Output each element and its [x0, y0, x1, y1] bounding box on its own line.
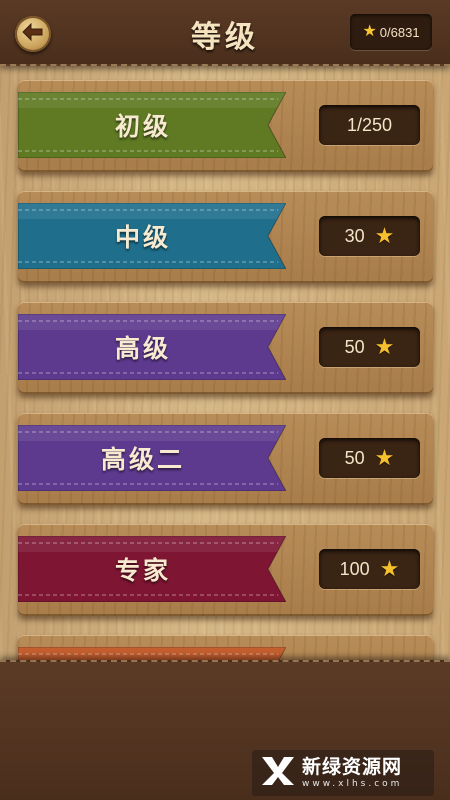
requirement-value: 30 — [344, 225, 365, 246]
level-requirement: 50 ★ — [319, 327, 420, 367]
requirement-value: 50 — [344, 447, 365, 468]
requirement-value: 1/250 — [346, 114, 393, 135]
level-name: 中级 — [114, 223, 171, 252]
level-row-partial[interactable] — [18, 635, 433, 660]
level-name — [18, 647, 268, 660]
star-icon: ★ — [374, 334, 395, 359]
star-icon: ★ — [374, 223, 395, 248]
watermark-url: www.xlhs.com — [302, 778, 403, 789]
footer-bar: 新绿资源网 www.xlhs.com — [0, 660, 450, 800]
level-requirement: 1/250 — [319, 105, 420, 145]
level-name: 高级 — [114, 334, 171, 363]
level-row-advanced[interactable]: 高级 50 ★ — [18, 302, 433, 394]
level-ribbon: 中级 — [18, 203, 286, 269]
total-stars-badge: ★ 0/6831 — [350, 14, 432, 50]
level-row-expert[interactable]: 专家 100 ★ — [18, 524, 433, 616]
level-name: 初级 — [114, 112, 171, 141]
watermark-logo-icon — [260, 754, 296, 792]
level-row-intermediate[interactable]: 中级 30 ★ — [18, 191, 433, 283]
level-ribbon: 高级二 — [18, 425, 286, 491]
level-list: 初级 1/250 中级 30 ★ 高级 50 ★ 高级二 50 ★ 专家 100… — [0, 66, 450, 660]
level-name: 专家 — [114, 556, 171, 585]
level-requirement: 50 ★ — [319, 438, 420, 478]
star-icon: ★ — [362, 23, 377, 40]
level-row-advanced-2[interactable]: 高级二 50 ★ — [18, 413, 433, 505]
star-icon: ★ — [379, 556, 400, 581]
requirement-value: 50 — [344, 336, 365, 357]
level-requirement: 100 ★ — [319, 549, 420, 589]
header-bar: 等级 ★ 0/6831 — [0, 0, 450, 66]
level-ribbon — [18, 647, 286, 660]
level-ribbon: 专家 — [18, 536, 286, 602]
level-row-beginner[interactable]: 初级 1/250 — [18, 80, 433, 172]
level-requirement: 30 ★ — [319, 216, 420, 256]
star-icon: ★ — [374, 445, 395, 470]
level-name: 高级二 — [100, 445, 185, 474]
level-ribbon: 初级 — [18, 92, 286, 158]
watermark: 新绿资源网 www.xlhs.com — [252, 750, 434, 796]
requirement-value: 100 — [339, 558, 370, 579]
total-stars-value: 0/6831 — [379, 24, 420, 40]
watermark-title: 新绿资源网 — [302, 755, 403, 778]
level-ribbon: 高级 — [18, 314, 286, 380]
